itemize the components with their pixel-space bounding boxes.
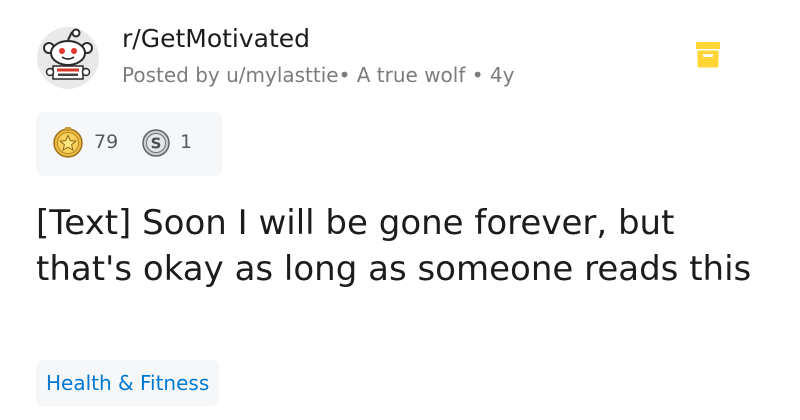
post-header: r/GetMotivated Posted by u/mylasttie• A … (36, 22, 776, 92)
awards-bar[interactable]: 79 S 1 (36, 112, 222, 176)
subreddit-name[interactable]: r/GetMotivated (122, 22, 310, 56)
archive-icon[interactable] (696, 42, 720, 68)
snoo-icon (37, 27, 99, 89)
post-flair[interactable]: Health & Fitness (36, 360, 220, 406)
award-silver-count: 1 (180, 131, 193, 153)
subreddit-avatar[interactable] (36, 26, 100, 90)
svg-text:S: S (151, 135, 162, 153)
post-meta: Posted by u/mylasttie• A true wolf • 4y (122, 63, 515, 87)
award-gold-count: 79 (94, 131, 119, 153)
silver-coin-award-icon: S (140, 126, 172, 158)
post-title[interactable]: [Text] Soon I will be gone forever, but … (36, 200, 756, 292)
gold-star-award-icon (52, 126, 84, 158)
flair-label: Health & Fitness (46, 371, 210, 395)
archive-box-icon (696, 42, 720, 68)
